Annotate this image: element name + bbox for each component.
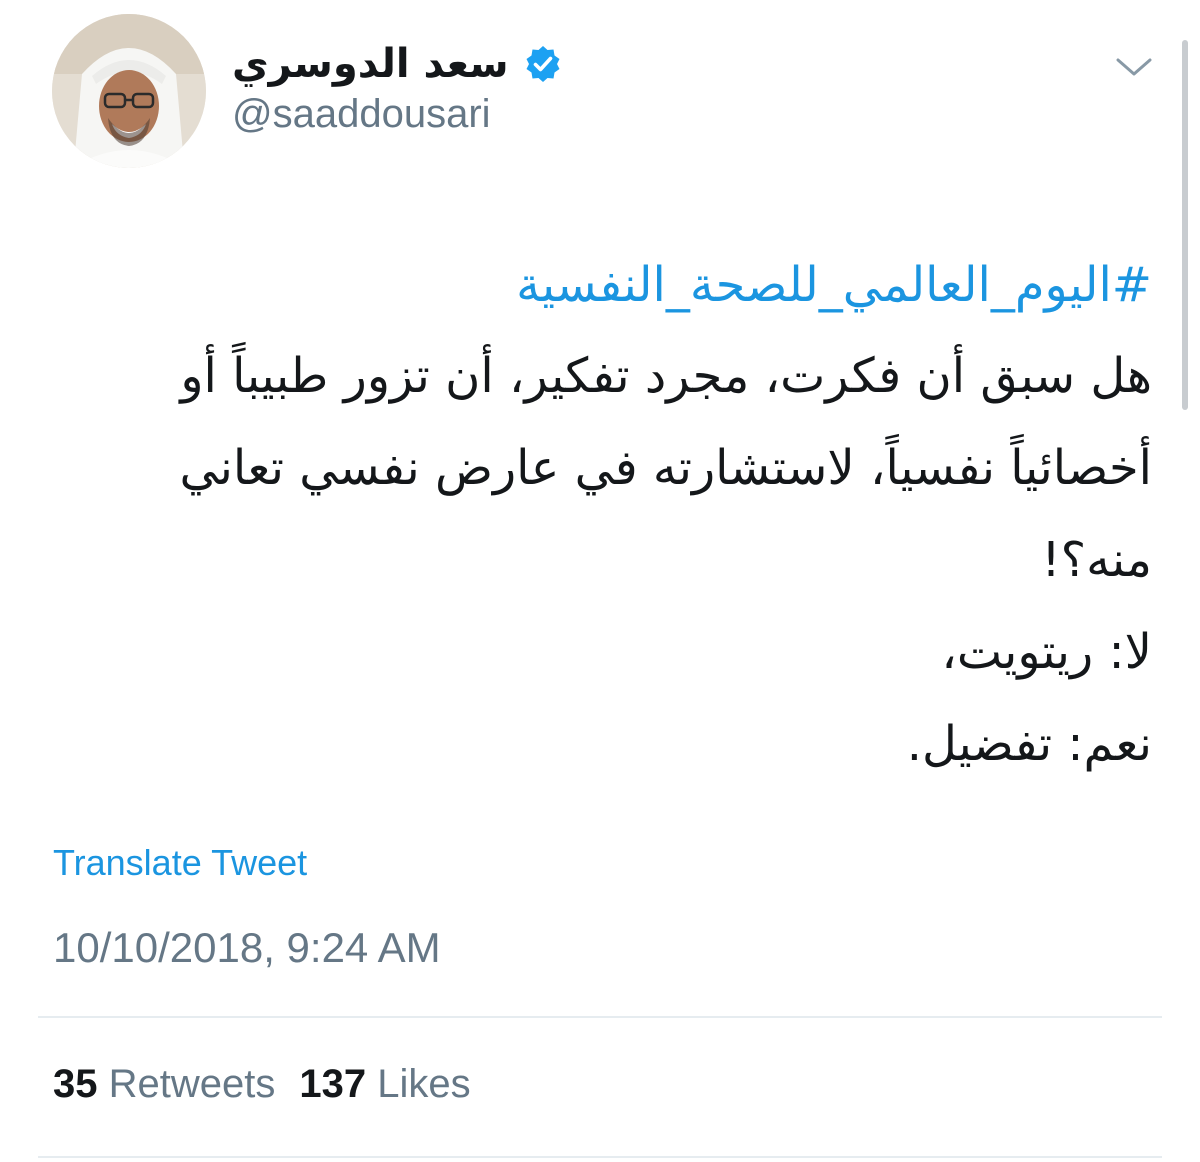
tweet-stats: 35 Retweets 137 Likes <box>53 1062 471 1107</box>
verified-badge-icon <box>523 44 563 84</box>
avatar[interactable] <box>52 14 206 168</box>
user-handle[interactable]: @saaddousari <box>232 92 491 137</box>
tweet-card: سعد الدوسري @saaddousari #اليوم_العالمي_… <box>0 0 1200 1162</box>
display-name[interactable]: سعد الدوسري <box>232 41 509 87</box>
tweet-timestamp[interactable]: 10/10/2018, 9:24 AM <box>53 924 441 972</box>
avatar-image <box>52 14 206 168</box>
divider <box>38 1156 1162 1158</box>
tweet-body: #اليوم_العالمي_للصحة_النفسية هل سبق أن ف… <box>60 240 1152 790</box>
tweet-text-no-option: لا: ريتويت، <box>941 624 1152 680</box>
tweet-text-yes-option: نعم: تفضيل. <box>906 716 1152 772</box>
retweets-label: Retweets <box>108 1062 276 1106</box>
retweets-count: 35 <box>53 1062 98 1106</box>
divider <box>38 1016 1162 1018</box>
likes-label: Likes <box>377 1062 471 1106</box>
likes-stat[interactable]: 137 Likes <box>299 1062 470 1106</box>
likes-count: 137 <box>299 1062 367 1106</box>
scrollbar[interactable] <box>1182 40 1188 410</box>
chevron-down-icon[interactable] <box>1114 52 1154 82</box>
translate-tweet-link[interactable]: Translate Tweet <box>53 842 307 884</box>
user-name-row: سعد الدوسري <box>232 36 563 92</box>
hashtag-link[interactable]: #اليوم_العالمي_للصحة_النفسية <box>60 240 1152 330</box>
tweet-text-question: هل سبق أن فكرت، مجرد تفكير، أن تزور طبيب… <box>179 348 1152 588</box>
retweets-stat[interactable]: 35 Retweets <box>53 1062 275 1106</box>
